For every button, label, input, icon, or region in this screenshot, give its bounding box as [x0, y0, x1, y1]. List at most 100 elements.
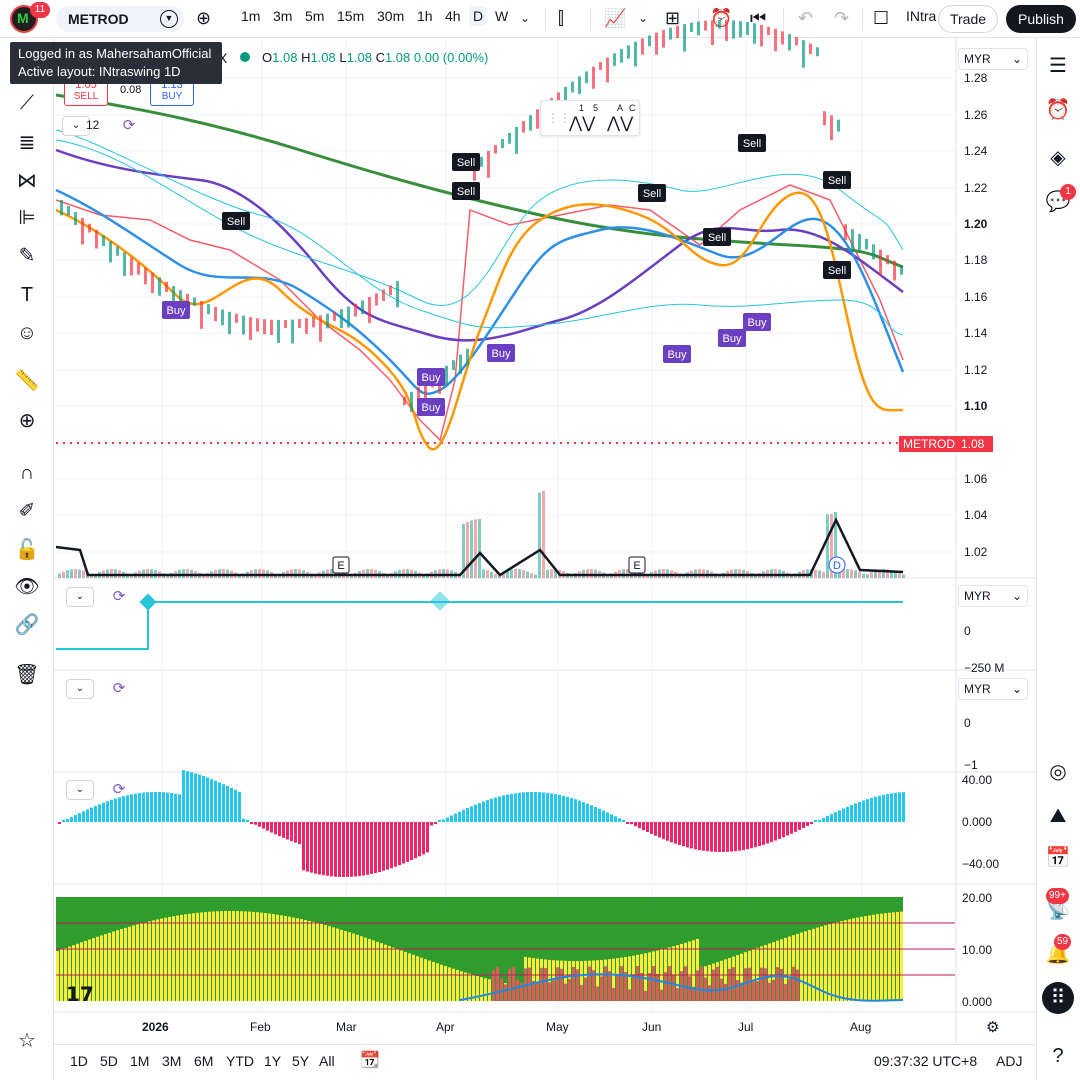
interval-w[interactable]: W	[495, 8, 508, 24]
interval-4h[interactable]: 4h	[445, 8, 461, 24]
top-toolbar: M 11 METROD ▼ ⊕ 1m 3m 5m 15m 30m 1h 4h D…	[0, 0, 1080, 38]
interval-1m[interactable]: 1m	[241, 8, 260, 24]
interval-15m[interactable]: 15m	[337, 8, 364, 24]
volume-bar	[382, 572, 385, 578]
calendar-icon[interactable]: 📅	[1042, 842, 1074, 874]
interval-1h[interactable]: 1h	[417, 8, 433, 24]
price-axis-label: 1.04	[964, 508, 988, 522]
watchlist-icon[interactable]: ☰	[1042, 50, 1074, 82]
main-scale-currency[interactable]: MYR ⌄	[958, 48, 1028, 70]
pane2-scale-currency[interactable]: MYR ⌄	[958, 585, 1028, 607]
candle	[508, 132, 511, 144]
axis-settings-gear-icon[interactable]: ⚙	[986, 1018, 999, 1036]
pane2-refresh-icon[interactable]: ⟳	[110, 588, 128, 606]
abc-wave-icon[interactable]: ⋀⋁	[607, 113, 633, 133]
range-1y[interactable]: 1Y	[264, 1053, 281, 1069]
pane3-collapse-button[interactable]: ⌄	[66, 679, 94, 699]
redo-icon[interactable]: ↷	[834, 7, 849, 29]
lock-icon[interactable]: 🔓	[12, 535, 42, 565]
link-icon[interactable]: 🔗	[12, 610, 42, 640]
date-range-calendar-icon[interactable]: 📆	[360, 1050, 380, 1070]
ruler-icon[interactable]: 📏	[12, 366, 42, 396]
range-all[interactable]: All	[319, 1053, 335, 1069]
adj-toggle[interactable]: ADJ	[996, 1053, 1022, 1069]
oscillator-bar	[138, 793, 141, 822]
stacked-bar-yellow	[744, 952, 747, 1001]
ideas-icon[interactable]: ⛰	[1042, 800, 1074, 832]
oscillator-bar	[522, 792, 525, 822]
lock-draw-icon[interactable]: ✐	[12, 496, 42, 526]
publish-button[interactable]: Publish	[1006, 5, 1076, 33]
pattern-icon[interactable]: ⋈	[12, 166, 42, 196]
technicals-icon[interactable]: ◎	[1042, 756, 1074, 788]
alerts-icon[interactable]: ⏰	[1042, 94, 1074, 126]
interval-3m[interactable]: 3m	[273, 8, 292, 24]
range-1d[interactable]: 1D	[70, 1053, 88, 1069]
layout-name[interactable]: INtra	[906, 8, 936, 24]
event-marker	[628, 556, 646, 574]
range-6m[interactable]: 6M	[194, 1053, 213, 1069]
trend-line-icon[interactable]: ⟋	[12, 88, 42, 118]
help-icon[interactable]: ?	[1042, 1040, 1074, 1072]
oscillator-bar	[306, 822, 309, 872]
pane3-refresh-icon[interactable]: ⟳	[110, 680, 128, 698]
oscillator-bar	[738, 822, 741, 851]
refresh-icon[interactable]: ⟳	[120, 117, 138, 135]
magnet-icon[interactable]: ∩	[12, 458, 42, 488]
compare-add-icon[interactable]: ⊕	[196, 7, 211, 29]
stacked-bar-red	[744, 968, 747, 1001]
stacked-bar-yellow	[400, 950, 403, 1001]
brush-icon[interactable]: ✎	[12, 241, 42, 271]
layout-grid-icon[interactable]: ⊞	[665, 7, 680, 29]
stacked-bar-red	[712, 969, 715, 1001]
signal-sell-marker	[638, 184, 666, 202]
fullscreen-icon[interactable]: ☐	[873, 7, 889, 29]
replay-icon[interactable]: ⏮	[750, 7, 766, 29]
fib-levels-icon[interactable]: ≣	[12, 128, 42, 158]
range-5y[interactable]: 5Y	[292, 1053, 309, 1069]
apps-grid-icon[interactable]: ⠿	[1042, 982, 1074, 1014]
indicators-dropdown-icon[interactable]: ⌄	[638, 7, 648, 29]
symbol-search[interactable]: METROD ▼	[56, 6, 184, 32]
interval-30m[interactable]: 30m	[377, 8, 404, 24]
interval-d[interactable]: D	[469, 6, 488, 26]
stacked-bar-yellow	[588, 960, 591, 1001]
stacked-bar-red	[788, 978, 791, 1001]
event-marker-label: D	[833, 560, 841, 572]
text-icon[interactable]: T	[12, 280, 42, 310]
pane4-collapse-button[interactable]: ⌄	[66, 780, 94, 800]
pane2-collapse-button[interactable]: ⌄	[66, 587, 94, 607]
layers-icon[interactable]: ◈	[1042, 142, 1074, 174]
symbol-info-icon[interactable]: ▼	[160, 10, 178, 28]
eye-icon[interactable]: 👁	[12, 572, 42, 602]
trade-button[interactable]: Trade	[938, 5, 998, 33]
volume-bar	[730, 569, 733, 578]
range-1m[interactable]: 1M	[130, 1053, 149, 1069]
alert-clock-icon[interactable]: ⏰	[710, 7, 732, 29]
indicators-icon[interactable]: 📈	[604, 7, 626, 29]
pane3-scale-currency[interactable]: MYR ⌄	[958, 678, 1028, 700]
clock-timezone[interactable]: 09:37:32 UTC+8	[874, 1053, 977, 1069]
stacked-bar-red	[544, 968, 547, 1001]
interval-5m[interactable]: 5m	[305, 8, 324, 24]
stacked-bar-yellow	[864, 916, 867, 1001]
trash-icon[interactable]: 🗑	[12, 660, 42, 690]
drag-handle-icon[interactable]: ⋮⋮	[547, 111, 571, 125]
candle	[501, 138, 504, 149]
undo-icon[interactable]: ↶	[798, 7, 813, 29]
candles-icon[interactable]: ⫿	[558, 7, 564, 29]
volume-bar	[830, 513, 833, 578]
pane4-refresh-icon[interactable]: ⟳	[110, 781, 128, 799]
favorites-star-icon[interactable]: ☆	[12, 1026, 42, 1056]
range-ytd[interactable]: YTD	[226, 1053, 254, 1069]
candle	[536, 109, 539, 129]
emoji-icon[interactable]: ☺	[12, 318, 42, 348]
oscillator-bar	[650, 822, 653, 834]
position-icon[interactable]: ⊫	[12, 203, 42, 233]
elliott-wave-icon[interactable]: ⋀⋁	[569, 113, 595, 133]
stacked-bar-red	[584, 977, 587, 1001]
range-5d[interactable]: 5D	[100, 1053, 118, 1069]
range-3m[interactable]: 3M	[162, 1053, 181, 1069]
interval-dropdown-icon[interactable]: ⌄	[520, 7, 530, 29]
zoom-in-icon[interactable]: ⊕	[12, 406, 42, 436]
